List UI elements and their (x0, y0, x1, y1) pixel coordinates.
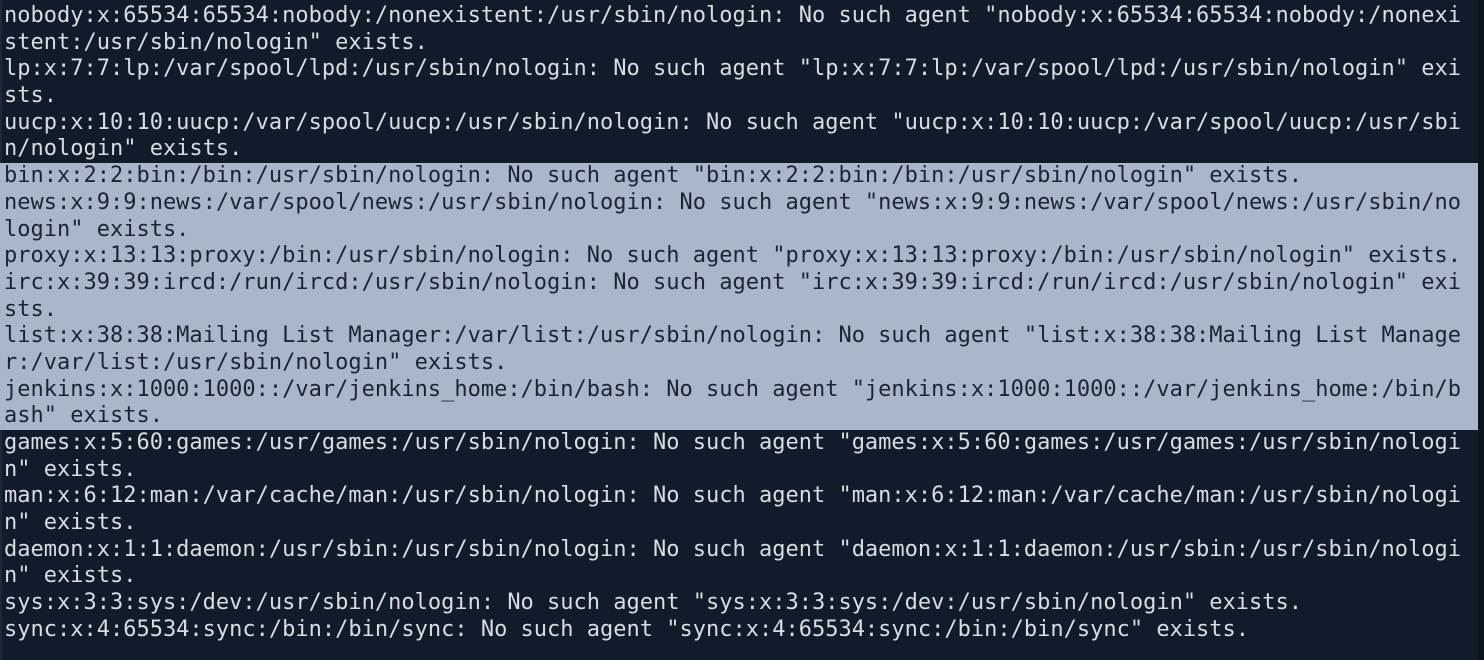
terminal-line-selected: sts. (0, 296, 1484, 324)
terminal-output[interactable]: nobody:x:65534:65534:nobody:/nonexistent… (0, 3, 1484, 644)
terminal-line: n/nologin" exists. (4, 136, 243, 162)
terminal-line-selected: bin:x:2:2:bin:/bin:/usr/sbin/nologin: No… (0, 163, 1484, 190)
terminal-line-selected: ash" exists. (0, 403, 1484, 430)
terminal-line-selected: r:/var/list:/usr/sbin/nologin" exists. (0, 349, 1484, 377)
terminal-line: n" exists. (4, 563, 137, 589)
terminal-line: n" exists. (4, 510, 137, 536)
terminal-line: sync:x:4:65534:sync:/bin:/bin/sync: No s… (4, 616, 1250, 642)
terminal-line: sys:x:3:3:sys:/dev:/usr/sbin/nologin: No… (4, 590, 1303, 616)
terminal-line-selected: jenkins:x:1000:1000::/var/jenkins_home:/… (0, 376, 1484, 404)
terminal-line-selected: login" exists. (0, 216, 1484, 244)
terminal-line-selected: list:x:38:38:Mailing List Manager:/var/l… (0, 323, 1484, 350)
terminal-line: stent:/usr/sbin/nologin" exists. (4, 29, 428, 55)
terminal-window[interactable]: nobody:x:65534:65534:nobody:/nonexistent… (0, 0, 1484, 660)
terminal-line-selected: proxy:x:13:13:proxy:/bin:/usr/sbin/nolog… (0, 243, 1484, 270)
terminal-line: uucp:x:10:10:uucp:/var/spool/uucp:/usr/s… (4, 109, 1461, 135)
terminal-line: n" exists. (4, 456, 137, 482)
terminal-line: lp:x:7:7:lp:/var/spool/lpd:/usr/sbin/nol… (4, 56, 1461, 82)
terminal-line: daemon:x:1:1:daemon:/usr/sbin:/usr/sbin/… (4, 536, 1461, 562)
terminal-line: games:x:5:60:games:/usr/games:/usr/sbin/… (4, 430, 1461, 455)
terminal-line: nobody:x:65534:65534:nobody:/nonexistent… (4, 3, 1461, 28)
terminal-right-border (1478, 0, 1484, 660)
terminal-line-selected: irc:x:39:39:ircd:/run/ircd:/usr/sbin/nol… (0, 269, 1484, 297)
terminal-line-selected: news:x:9:9:news:/var/spool/news:/usr/sbi… (0, 189, 1484, 217)
terminal-line: sts. (4, 83, 57, 109)
terminal-line: man:x:6:12:man:/var/cache/man:/usr/sbin/… (4, 483, 1461, 509)
